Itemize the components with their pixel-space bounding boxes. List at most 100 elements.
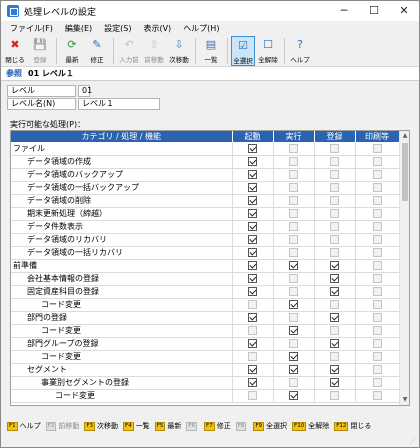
menu-file[interactable]: ファイル(F)	[4, 23, 59, 34]
fkey-f1[interactable]: F1 ヘルプ	[7, 421, 41, 431]
checkbox-launch[interactable]	[248, 209, 257, 218]
fkey-f10[interactable]: F10 全解除	[292, 421, 329, 431]
toolbar-button-edit[interactable]: ✎ 修正	[85, 36, 109, 66]
toolbar-button-label: 全解除	[258, 56, 278, 64]
fkey-f7[interactable]: F7 修正	[204, 421, 231, 431]
toolbar-button-arrow-up[interactable]: ⇧ 前移動	[142, 36, 166, 66]
checkbox-launch[interactable]	[248, 365, 257, 374]
table-row[interactable]: 部門の登録	[11, 311, 400, 325]
menu-edit[interactable]: 編集(E)	[59, 23, 98, 34]
window-title: 処理レベルの設定	[24, 7, 97, 18]
fkey-f5[interactable]: F5 最新	[154, 421, 181, 431]
toolbar-button-close[interactable]: ✖ 閉じる	[3, 36, 27, 66]
checkbox-register[interactable]	[330, 287, 339, 296]
checkbox-execute[interactable]	[289, 391, 298, 400]
checkbox-print	[372, 235, 382, 244]
toolbar-button-undo[interactable]: ↶ 入力前	[117, 36, 141, 66]
fkey-f8[interactable]: F8	[235, 421, 249, 431]
table-row[interactable]: コード変更	[11, 324, 400, 338]
fkey-f12[interactable]: F12 閉じる	[334, 421, 371, 431]
table-row[interactable]: 事業別セグメントの登録	[11, 376, 400, 390]
toolbar-button-select-all[interactable]: ☑ 全選択	[231, 36, 255, 66]
table-row[interactable]: セグメント	[11, 363, 400, 377]
table-row[interactable]: データ領域の一括バックアップ	[11, 181, 400, 195]
permission-cell-register	[314, 142, 356, 156]
toolbar-button-arrow-down[interactable]: ⇩ 次移動	[167, 36, 191, 66]
checkbox-launch[interactable]	[248, 235, 257, 244]
checkbox-execute[interactable]	[289, 365, 298, 374]
checkbox-launch[interactable]	[248, 248, 257, 257]
fkey-f2[interactable]: F2 前移動	[45, 421, 79, 431]
maximize-button[interactable]: ☐	[359, 1, 389, 21]
permission-cell-execute	[273, 207, 315, 221]
checkbox-launch[interactable]	[248, 157, 257, 166]
scroll-thumb[interactable]	[402, 143, 408, 201]
toolbar-button-list[interactable]: ▤ 一覧	[199, 36, 223, 66]
fkey-f3[interactable]: F3 次移動	[84, 421, 118, 431]
checkbox-execute[interactable]	[289, 300, 298, 309]
checkbox-register[interactable]	[330, 274, 339, 283]
fkey-f6[interactable]: F6	[186, 421, 199, 431]
table-row[interactable]: 部門グループの登録	[11, 337, 400, 351]
table-row[interactable]: 前準備	[11, 259, 400, 273]
checkbox-register[interactable]	[330, 313, 339, 322]
table-row[interactable]: コード変更	[11, 298, 400, 312]
permission-cell-register	[314, 324, 356, 338]
menu-view[interactable]: 表示(V)	[137, 23, 177, 34]
fkey-label: 次移動	[97, 422, 119, 430]
checkbox-register[interactable]	[330, 261, 339, 270]
process-name-cell: データ領域の作成	[11, 155, 233, 169]
table-row[interactable]: 固定資産科目の登録	[11, 285, 400, 299]
checkbox-execute[interactable]	[289, 352, 298, 361]
permission-cell-execute	[273, 142, 315, 156]
permission-cell-execute	[273, 233, 315, 247]
permission-cell-launch	[232, 259, 274, 273]
checkbox-launch[interactable]	[248, 261, 257, 270]
toolbar-button-help[interactable]: ? ヘルプ	[288, 36, 312, 66]
table-row[interactable]: データ領域の一括リカバリ	[11, 246, 400, 260]
permission-cell-execute	[273, 272, 315, 286]
fkey-f4[interactable]: F4 一覧	[123, 421, 150, 431]
toolbar-button-save[interactable]: 💾 登録	[28, 36, 52, 66]
vertical-scrollbar[interactable]: ▲ ▼	[399, 131, 409, 405]
table-row[interactable]: コード変更	[11, 389, 400, 403]
table-row[interactable]: データ領域の削除	[11, 194, 400, 208]
checkbox-register[interactable]	[330, 378, 339, 387]
table-row[interactable]: データ領域のリカバリ	[11, 233, 400, 247]
toolbar-button-refresh[interactable]: ⟳ 最新	[60, 36, 84, 66]
table-row[interactable]: コード変更	[11, 350, 400, 364]
checkbox-launch[interactable]	[248, 170, 257, 179]
checkbox-launch[interactable]	[248, 378, 257, 387]
toolbar-button-deselect-all[interactable]: ☐ 全解除	[256, 36, 280, 66]
checkbox-launch[interactable]	[248, 313, 257, 322]
process-name-cell: ファイル	[11, 142, 233, 156]
table-row[interactable]: ファイル	[11, 142, 400, 156]
checkbox-register[interactable]	[330, 339, 339, 348]
menu-settings[interactable]: 設定(S)	[98, 23, 137, 34]
scroll-up-arrow-icon[interactable]: ▲	[400, 131, 409, 141]
checkbox-launch[interactable]	[248, 287, 257, 296]
checkbox-launch[interactable]	[248, 196, 257, 205]
level-name-field[interactable]: レベル１	[78, 98, 160, 110]
permission-cell-print	[355, 324, 400, 338]
close-window-button[interactable]: ✕	[389, 1, 419, 21]
table-row[interactable]: データ領域の作成	[11, 155, 400, 169]
menu-help[interactable]: ヘルプ(H)	[177, 23, 225, 34]
table-row[interactable]: 会社基本情報の登録	[11, 272, 400, 286]
checkbox-launch[interactable]	[248, 222, 257, 231]
checkbox-launch[interactable]	[248, 183, 257, 192]
checkbox-launch[interactable]	[248, 339, 257, 348]
checkbox-launch[interactable]	[248, 143, 257, 153]
fkey-f9[interactable]: F9 全選択	[253, 421, 287, 431]
scroll-down-arrow-icon[interactable]: ▼	[400, 395, 409, 405]
checkbox-launch[interactable]	[248, 274, 257, 283]
checkbox-execute[interactable]	[289, 261, 298, 270]
table-row[interactable]: データ領域のバックアップ	[11, 168, 400, 182]
table-row[interactable]: データ件数表示	[11, 220, 400, 234]
checkbox-register[interactable]	[330, 365, 339, 374]
resize-grip-icon[interactable]: ⋰	[409, 437, 417, 445]
checkbox-execute[interactable]	[289, 326, 298, 335]
minimize-button[interactable]: ─	[329, 1, 359, 21]
table-row[interactable]: 期末更新処理（締越）	[11, 207, 400, 221]
permission-cell-register	[314, 311, 356, 325]
